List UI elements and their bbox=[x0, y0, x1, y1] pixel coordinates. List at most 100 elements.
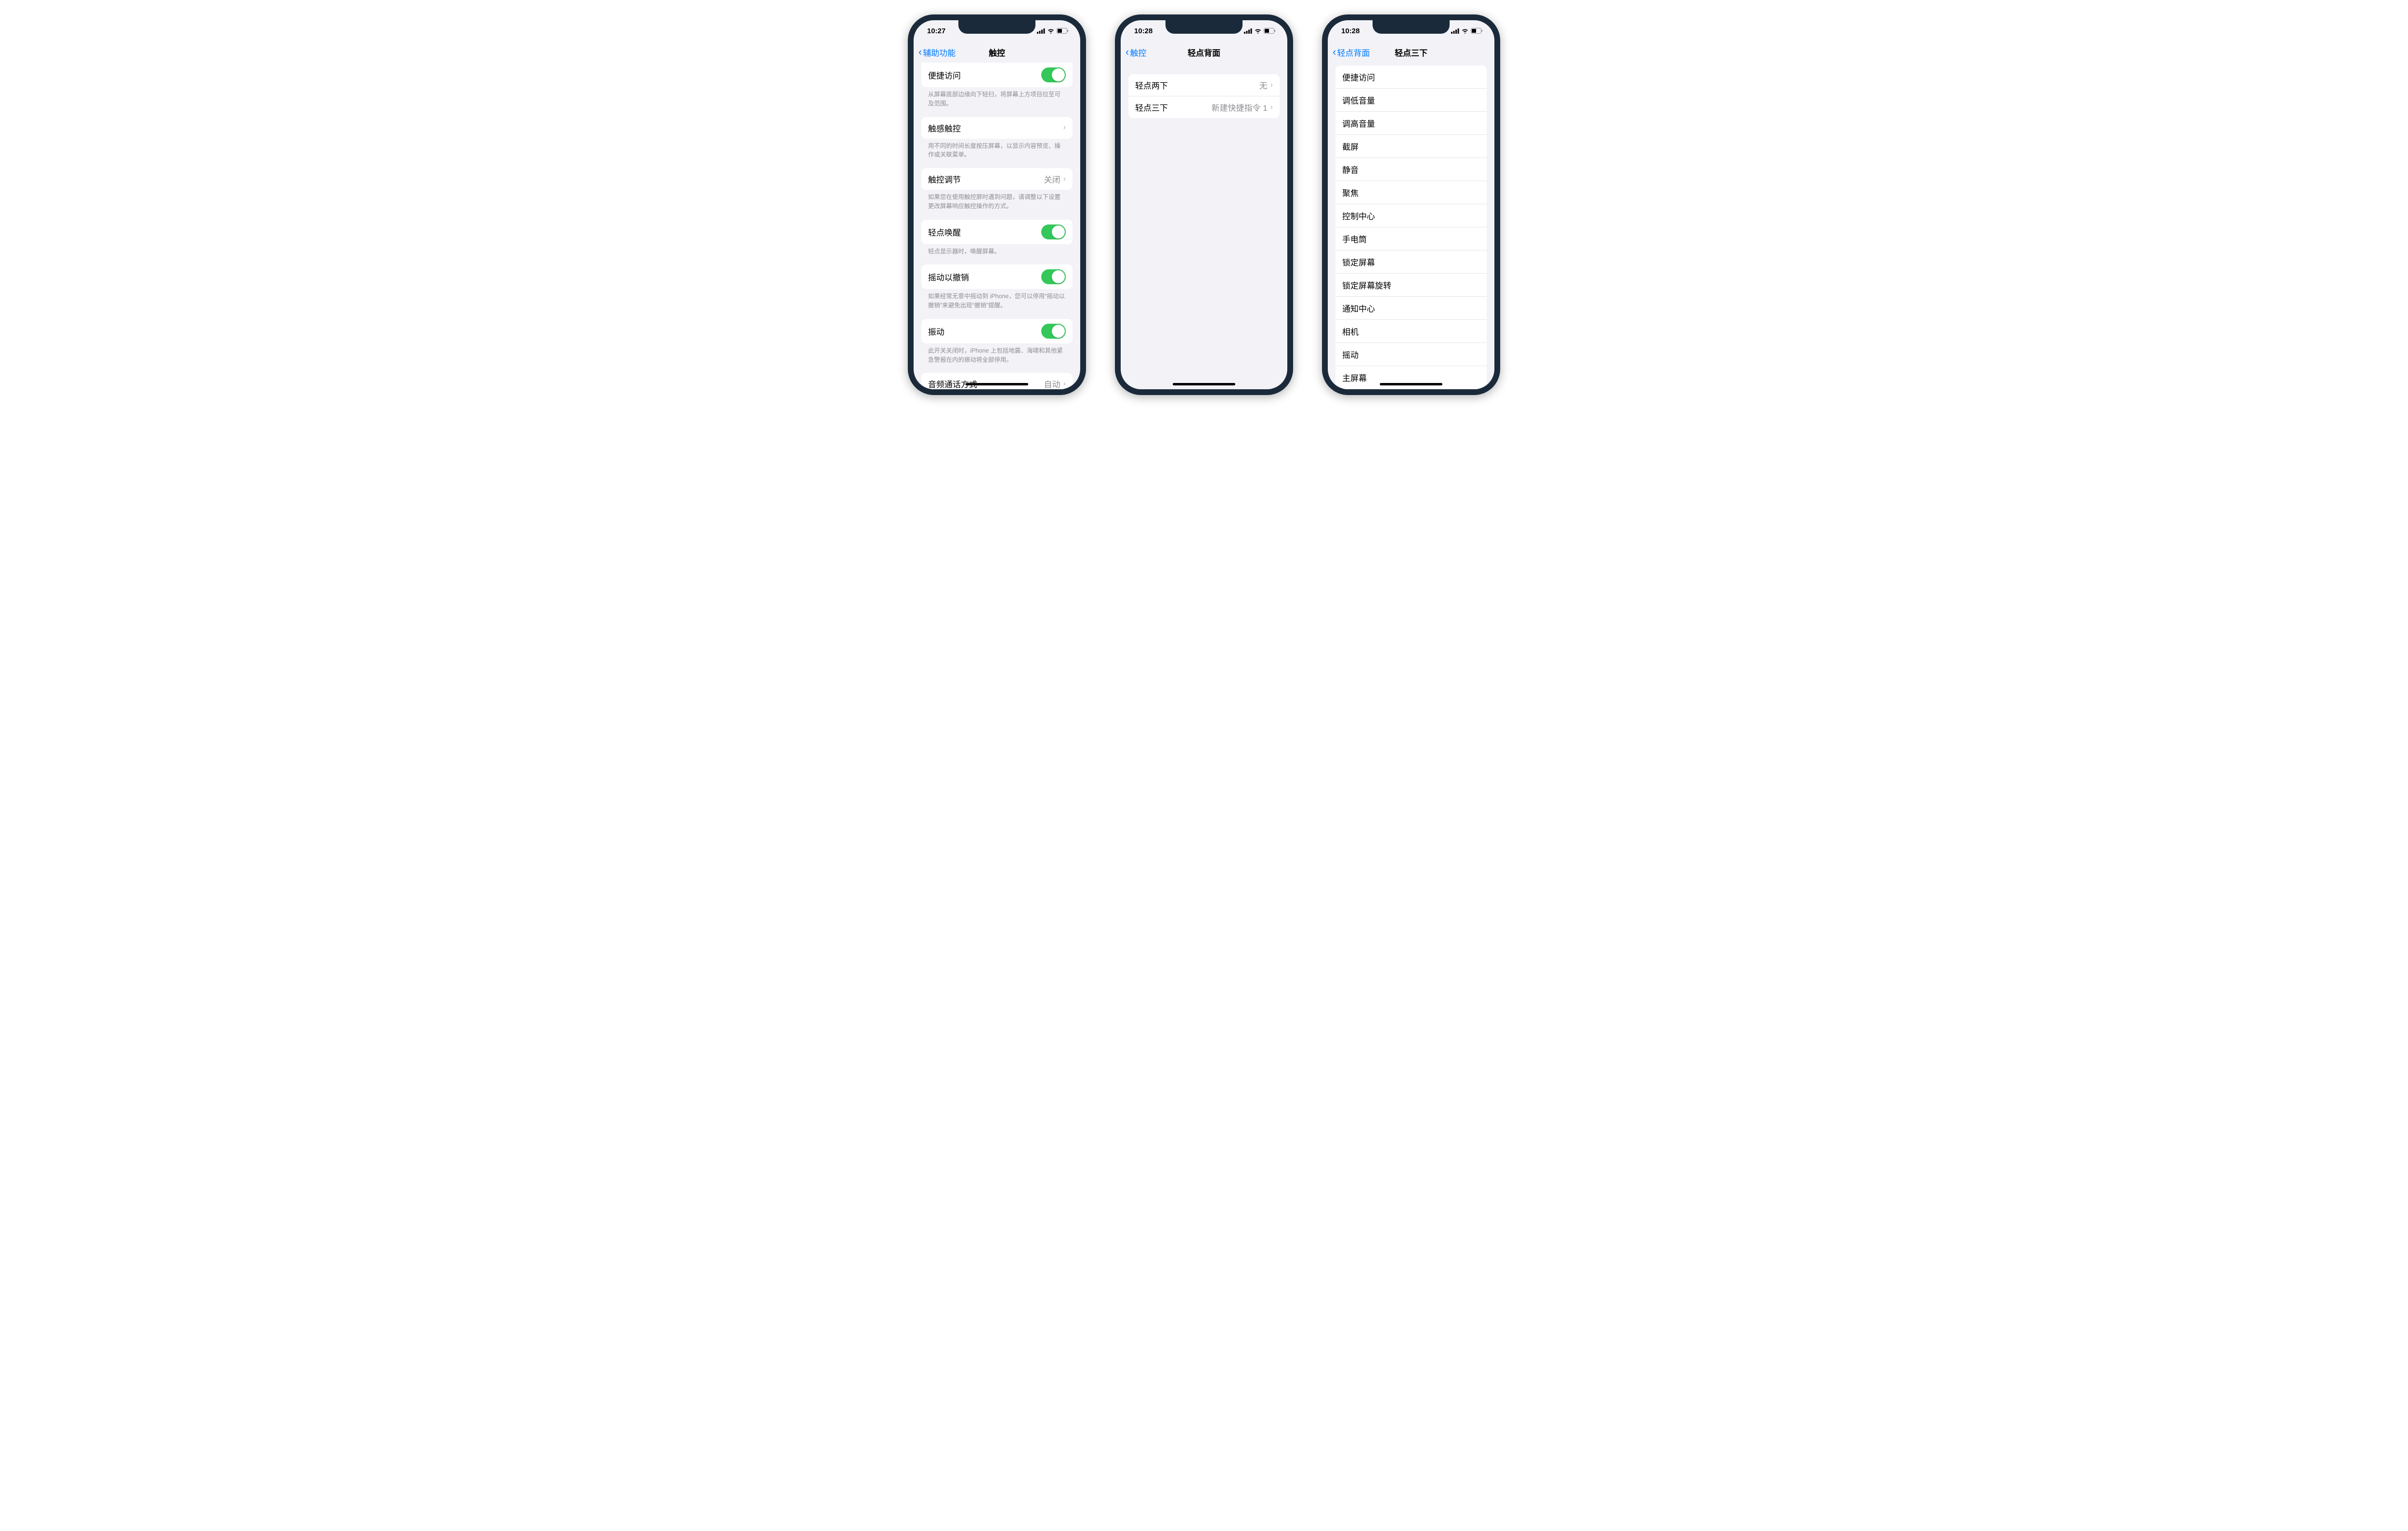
notch bbox=[958, 20, 1035, 34]
row-label: 触感触控 bbox=[928, 122, 1060, 134]
cellular-icon bbox=[1244, 28, 1252, 34]
list-item[interactable]: 调高音量 bbox=[1335, 112, 1487, 135]
row-haptic-touch[interactable]: 触感触控 › bbox=[921, 117, 1073, 139]
list-item[interactable]: 静音 bbox=[1335, 158, 1487, 181]
row-label: 控制中心 bbox=[1342, 210, 1480, 222]
row-tap-to-wake[interactable]: 轻点唤醒 bbox=[921, 220, 1073, 244]
toggle-on[interactable] bbox=[1041, 269, 1066, 284]
group-touch-accom: 触控调节 关闭 › bbox=[921, 168, 1073, 190]
group-tapwake: 轻点唤醒 bbox=[921, 220, 1073, 244]
nav-bar: ‹ 辅助功能 触控 bbox=[914, 41, 1080, 63]
group-haptic: 触感触控 › bbox=[921, 117, 1073, 139]
row-shake-to-undo[interactable]: 摇动以撤销 bbox=[921, 264, 1073, 289]
list-item[interactable]: 相机 bbox=[1335, 320, 1487, 343]
row-label: 振动 bbox=[928, 325, 1041, 337]
row-touch-accommodations[interactable]: 触控调节 关闭 › bbox=[921, 168, 1073, 190]
row-label: 便捷访问 bbox=[1342, 71, 1480, 83]
back-button[interactable]: ‹ 辅助功能 bbox=[918, 46, 955, 58]
back-label: 轻点背面 bbox=[1337, 46, 1370, 58]
list-item[interactable]: 锁定屏幕 bbox=[1335, 251, 1487, 274]
footer-shake: 如果经常无意中摇动到 iPhone，您可以停用“摇动以撤销”来避免出现“撤销”提… bbox=[921, 289, 1073, 310]
settings-content[interactable]: 便捷访问 从屏幕底部边缘向下轻扫，将屏幕上方项目拉至可及范围。 触感触控 › 用… bbox=[914, 63, 1080, 389]
footer-accom: 如果您在使用触控屏时遇到问题，请调整以下设置更改屏幕响应触控操作的方式。 bbox=[921, 190, 1073, 211]
row-label: 摇动以撤销 bbox=[928, 271, 1041, 283]
row-label: 轻点唤醒 bbox=[928, 226, 1041, 238]
row-label: 相机 bbox=[1342, 325, 1480, 337]
back-button[interactable]: ‹ 轻点背面 bbox=[1333, 46, 1370, 58]
phone-mockup-1: 10:27 ‹ 辅助功能 触控 便 bbox=[908, 14, 1086, 395]
wifi-icon bbox=[1047, 28, 1055, 34]
footer-vibrate: 此开关关闭时，iPhone 上包括地震、海啸和其他紧急警报在内的振动将全部停用。 bbox=[921, 343, 1073, 365]
row-label: 摇动 bbox=[1342, 348, 1480, 360]
back-label: 辅助功能 bbox=[923, 46, 955, 58]
list-item[interactable]: 调低音量 bbox=[1335, 89, 1487, 112]
list-item[interactable]: 主屏幕 bbox=[1335, 366, 1487, 389]
nav-bar: ‹ 轻点背面 轻点三下 bbox=[1328, 41, 1494, 63]
home-indicator[interactable] bbox=[1380, 383, 1442, 385]
chevron-right-icon: › bbox=[1270, 81, 1273, 90]
status-indicators bbox=[1037, 28, 1069, 34]
chevron-left-icon: ‹ bbox=[1333, 47, 1336, 57]
list-item[interactable]: 手电筒 bbox=[1335, 227, 1487, 251]
nav-title: 轻点背面 bbox=[1188, 46, 1220, 58]
list-item[interactable]: 通知中心 bbox=[1335, 297, 1487, 320]
chevron-right-icon: › bbox=[1063, 380, 1066, 388]
home-indicator[interactable] bbox=[966, 383, 1028, 385]
row-label: 触控调节 bbox=[928, 173, 1044, 185]
row-vibration[interactable]: 振动 bbox=[921, 319, 1073, 343]
list-item[interactable]: 聚焦 bbox=[1335, 181, 1487, 204]
row-label: 锁定屏幕旋转 bbox=[1342, 279, 1480, 291]
toggle-on[interactable] bbox=[1041, 224, 1066, 239]
row-value: 新建快捷指令 1 › bbox=[1211, 101, 1273, 113]
row-value: 关闭 › bbox=[1044, 173, 1066, 185]
row-label: 锁定屏幕 bbox=[1342, 256, 1480, 268]
battery-icon bbox=[1471, 28, 1483, 34]
group-actions: 便捷访问调低音量调高音量截屏静音聚焦控制中心手电筒锁定屏幕锁定屏幕旋转通知中心相… bbox=[1335, 66, 1487, 389]
cellular-icon bbox=[1451, 28, 1459, 34]
chevron-right-icon: › bbox=[1063, 175, 1066, 184]
list-item[interactable]: 控制中心 bbox=[1335, 204, 1487, 227]
row-value: 无 › bbox=[1259, 79, 1273, 91]
notch bbox=[1165, 20, 1243, 34]
list-item[interactable]: 摇动 bbox=[1335, 343, 1487, 366]
phone-mockup-3: 10:28 ‹ 轻点背面 轻点三下 便捷访问调低音量调高音量截屏静音聚焦控 bbox=[1322, 14, 1500, 395]
chevron-left-icon: ‹ bbox=[918, 47, 922, 57]
phone-mockup-2: 10:28 ‹ 触控 轻点背面 轻 bbox=[1115, 14, 1293, 395]
list-item[interactable]: 截屏 bbox=[1335, 135, 1487, 158]
settings-content[interactable]: 便捷访问调低音量调高音量截屏静音聚焦控制中心手电筒锁定屏幕锁定屏幕旋转通知中心相… bbox=[1328, 63, 1494, 389]
row-label: 调低音量 bbox=[1342, 94, 1480, 106]
group-vibrate: 振动 bbox=[921, 319, 1073, 343]
back-label: 触控 bbox=[1130, 46, 1146, 58]
group-audio: 音频通话方式 自动 › bbox=[921, 373, 1073, 389]
back-button[interactable]: ‹ 触控 bbox=[1125, 46, 1146, 58]
footer-haptic: 用不同的时间长度按压屏幕，以显示内容预览、操作或关联菜单。 bbox=[921, 139, 1073, 160]
list-item[interactable]: 锁定屏幕旋转 bbox=[1335, 274, 1487, 297]
status-time: 10:28 bbox=[1341, 27, 1360, 35]
row-double-tap[interactable]: 轻点两下 无 › bbox=[1128, 74, 1280, 96]
reachability-row-partial[interactable]: 便捷访问 bbox=[921, 63, 1073, 87]
list-item[interactable]: 便捷访问 bbox=[1335, 66, 1487, 89]
nav-title: 触控 bbox=[989, 46, 1005, 58]
row-label: 主屏幕 bbox=[1342, 371, 1480, 383]
wifi-icon bbox=[1461, 28, 1469, 34]
status-time: 10:28 bbox=[1134, 27, 1152, 35]
screen: 10:27 ‹ 辅助功能 触控 便 bbox=[914, 20, 1080, 389]
toggle-on[interactable] bbox=[1041, 324, 1066, 339]
row-triple-tap[interactable]: 轻点三下 新建快捷指令 1 › bbox=[1128, 96, 1280, 118]
toggle-on[interactable] bbox=[1041, 67, 1066, 82]
footer-reachability: 从屏幕底部边缘向下轻扫，将屏幕上方项目拉至可及范围。 bbox=[921, 87, 1073, 108]
footer-tapwake: 轻点显示器时，唤醒屏幕。 bbox=[921, 244, 1073, 256]
row-label: 轻点两下 bbox=[1135, 79, 1259, 91]
wifi-icon bbox=[1254, 28, 1262, 34]
chevron-left-icon: ‹ bbox=[1125, 47, 1129, 57]
group-backtap-options: 轻点两下 无 › 轻点三下 新建快捷指令 1 › bbox=[1128, 74, 1280, 118]
settings-content[interactable]: 轻点两下 无 › 轻点三下 新建快捷指令 1 › bbox=[1121, 63, 1287, 389]
battery-icon bbox=[1264, 28, 1276, 34]
screen: 10:28 ‹ 轻点背面 轻点三下 便捷访问调低音量调高音量截屏静音聚焦控 bbox=[1328, 20, 1494, 389]
nav-bar: ‹ 触控 轻点背面 bbox=[1121, 41, 1287, 63]
status-time: 10:27 bbox=[927, 27, 945, 35]
row-label: 轻点三下 bbox=[1135, 101, 1211, 113]
nav-title: 轻点三下 bbox=[1395, 46, 1427, 58]
home-indicator[interactable] bbox=[1173, 383, 1235, 385]
row-call-audio-routing[interactable]: 音频通话方式 自动 › bbox=[921, 373, 1073, 389]
